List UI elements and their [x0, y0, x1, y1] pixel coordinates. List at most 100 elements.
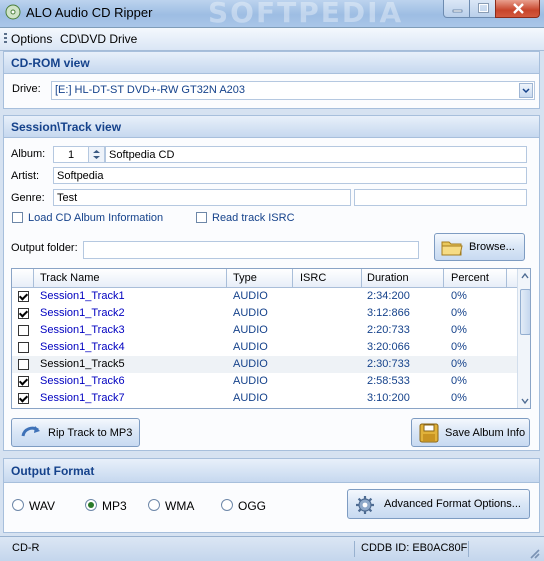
track-row[interactable]: Session1_Track3 AUDIO 2:20:733 0%	[12, 322, 517, 339]
genre-field[interactable]: Test	[53, 189, 351, 206]
floppy-disk-icon	[419, 423, 439, 443]
track-row[interactable]: Session1_Track6 AUDIO 2:58:533 0%	[12, 373, 517, 390]
output-folder-label: Output folder:	[11, 242, 78, 254]
track-checkbox[interactable]	[18, 393, 29, 404]
track-type: AUDIO	[233, 358, 268, 370]
output-format-header: Output Format	[4, 459, 539, 483]
scroll-up-icon[interactable]	[520, 271, 530, 281]
read-isrc-checkbox[interactable]	[196, 212, 207, 223]
col-track-name[interactable]: Track Name	[40, 272, 100, 284]
track-checkbox[interactable]	[18, 325, 29, 336]
track-row[interactable]: Session1_Track5 AUDIO 2:30:733 0%	[12, 356, 517, 373]
col-percent[interactable]: Percent	[451, 272, 489, 284]
track-percent: 0%	[451, 324, 467, 336]
save-album-button[interactable]: Save Album Info	[411, 418, 530, 447]
col-type[interactable]: Type	[233, 272, 257, 284]
status-cddb-id: CDDB ID: EB0AC80F	[361, 542, 468, 554]
album-value: Softpedia CD	[109, 149, 175, 161]
session-group-title: Session\Track view	[11, 120, 122, 134]
track-name: Session1_Track5	[40, 358, 125, 370]
read-isrc-label[interactable]: Read track ISRC	[212, 212, 295, 224]
status-bar: CD-R CDDB ID: EB0AC80F	[0, 536, 544, 561]
format-wav-label[interactable]: WAV	[29, 499, 55, 513]
browse-button[interactable]: Browse...	[434, 233, 525, 261]
resize-grip-icon[interactable]	[528, 547, 540, 559]
album-number-field[interactable]: 1	[53, 146, 89, 163]
spinner-arrows-icon	[93, 150, 100, 159]
track-duration: 2:20:733	[367, 324, 410, 336]
format-ogg-label[interactable]: OGG	[238, 499, 266, 513]
vertical-scrollbar[interactable]	[517, 269, 530, 408]
track-name: Session1_Track4	[40, 341, 125, 353]
track-percent: 0%	[451, 392, 467, 404]
format-mp3-label[interactable]: MP3	[102, 499, 127, 513]
scroll-thumb[interactable]	[520, 289, 530, 335]
album-field[interactable]: Softpedia CD	[105, 146, 527, 163]
track-checkbox[interactable]	[18, 308, 29, 319]
track-checkbox[interactable]	[18, 359, 29, 370]
save-album-label: Save Album Info	[445, 426, 526, 439]
track-row[interactable]: Session1_Track4 AUDIO 3:20:066 0%	[12, 339, 517, 356]
track-row[interactable]: Session1_Track2 AUDIO 3:12:866 0%	[12, 305, 517, 322]
album-number-value: 1	[68, 149, 75, 161]
format-wma-radio[interactable]	[148, 499, 160, 511]
output-format-title: Output Format	[11, 464, 95, 478]
track-type: AUDIO	[233, 392, 268, 404]
menu-grip	[4, 33, 7, 45]
track-type: AUDIO	[233, 341, 268, 353]
track-duration: 2:34:200	[367, 290, 410, 302]
track-name: Session1_Track6	[40, 375, 125, 387]
track-checkbox[interactable]	[18, 342, 29, 353]
title-bar: ALO Audio CD Ripper SOFTPEDIA	[0, 0, 544, 29]
track-name: Session1_Track2	[40, 307, 125, 319]
track-duration: 3:10:200	[367, 392, 410, 404]
browse-label: Browse...	[469, 241, 515, 253]
advanced-format-button[interactable]: Advanced Format Options...	[347, 489, 530, 519]
grid-header: Track Name Type ISRC Duration Percent	[12, 269, 517, 288]
menu-cd-dvd-drive[interactable]: CD\DVD Drive	[60, 32, 137, 46]
track-grid: Track Name Type ISRC Duration Percent Se…	[11, 268, 531, 409]
col-duration[interactable]: Duration	[367, 272, 409, 284]
format-wma-label[interactable]: WMA	[165, 499, 194, 513]
drive-dropdown-button[interactable]	[519, 83, 533, 98]
drive-value: [E:] HL-DT-ST DVD+-RW GT32N A203	[55, 84, 246, 96]
track-checkbox[interactable]	[18, 376, 29, 387]
chevron-down-icon	[522, 88, 530, 94]
format-wav-radio[interactable]	[12, 499, 24, 511]
window-title: ALO Audio CD Ripper	[26, 5, 153, 20]
track-row[interactable]: Session1_Track7 AUDIO 3:10:200 0%	[12, 390, 517, 407]
artist-label: Artist:	[11, 170, 40, 182]
col-isrc[interactable]: ISRC	[300, 272, 326, 284]
load-info-label[interactable]: Load CD Album Information	[28, 212, 163, 224]
load-info-checkbox[interactable]	[12, 212, 23, 223]
album-number-spinner[interactable]	[88, 146, 105, 163]
rip-track-button[interactable]: Rip Track to MP3	[11, 418, 140, 447]
format-ogg-radio[interactable]	[221, 499, 233, 511]
minimize-icon	[452, 9, 463, 13]
status-media-type: CD-R	[12, 542, 40, 554]
track-duration: 2:30:733	[367, 358, 410, 370]
format-mp3-radio[interactable]	[85, 499, 97, 511]
artist-value: Softpedia	[57, 170, 104, 182]
close-button[interactable]	[495, 0, 540, 18]
gear-icon	[356, 496, 374, 514]
cd-app-icon	[5, 4, 21, 20]
album-label: Album:	[11, 148, 46, 160]
track-percent: 0%	[451, 341, 467, 353]
track-type: AUDIO	[233, 324, 268, 336]
artist-field[interactable]: Softpedia	[53, 167, 527, 184]
close-icon	[513, 3, 524, 14]
track-type: AUDIO	[233, 375, 268, 387]
genre-label: Genre:	[11, 192, 45, 204]
output-folder-field[interactable]	[83, 241, 419, 259]
minimize-button[interactable]	[443, 0, 470, 18]
drive-label: Drive:	[12, 83, 41, 95]
genre-extra-field[interactable]	[354, 189, 527, 206]
drive-select[interactable]: [E:] HL-DT-ST DVD+-RW GT32N A203	[51, 81, 535, 100]
scroll-down-icon[interactable]	[520, 396, 530, 406]
maximize-button[interactable]	[469, 0, 496, 18]
track-name: Session1_Track3	[40, 324, 125, 336]
menu-options[interactable]: Options	[11, 32, 52, 46]
track-checkbox[interactable]	[18, 291, 29, 302]
track-row[interactable]: Session1_Track1 AUDIO 2:34:200 0%	[12, 288, 517, 305]
